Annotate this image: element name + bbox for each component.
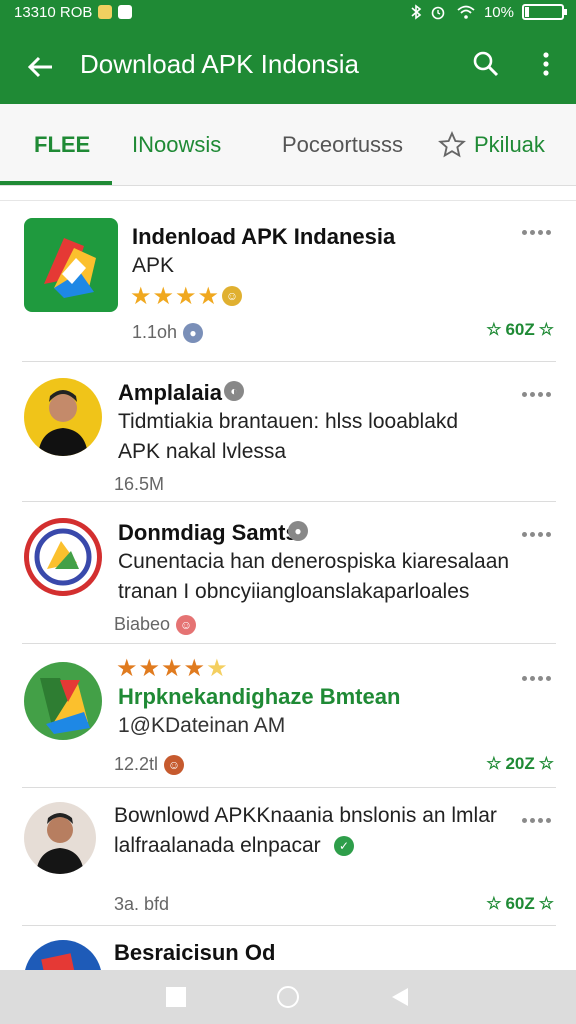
item-meta: 1.1oh ● (132, 322, 204, 343)
list-item[interactable]: Besraicisun Od (0, 926, 576, 970)
tab-bar: FLEE INoowsis Poceortusss Pkiluak (0, 104, 576, 186)
like-value: 60Z (505, 320, 535, 339)
like-count[interactable]: ☆ 60Z ☆ (486, 894, 554, 914)
app-logo-icon (34, 528, 92, 586)
app-icon (24, 662, 102, 740)
more-options-button[interactable] (522, 524, 554, 537)
bluetooth-icon (411, 4, 422, 20)
app-subtitle: 1@KDateinan AM (118, 714, 286, 737)
rating-full: ★★★★ (116, 655, 207, 682)
avatar (24, 378, 102, 456)
meta-text: 1.1oh (132, 322, 178, 342)
avatar (24, 802, 96, 874)
search-button[interactable] (456, 24, 516, 104)
app-name: Bownlowd APKKnaania bnslonis an lmlar (114, 804, 497, 827)
list-item[interactable]: Bownlowd APKKnaania bnslonis an lmlar la… (0, 788, 576, 926)
rating-stars: ★★★★ (130, 283, 221, 310)
thumbs-up-icon: ☆ (538, 754, 554, 773)
thumbs-up-icon: ☆ (538, 894, 554, 913)
app-subtitle: APK (132, 254, 175, 277)
person-avatar-icon (38, 390, 88, 456)
app-name: Indenload APK Indanesia (132, 224, 396, 249)
recents-button[interactable] (165, 987, 186, 1007)
tab-indicator (0, 181, 112, 185)
item-description: Cunentacia han denerospiska kiaresalaan (118, 550, 510, 573)
battery-percent: 10% (483, 3, 514, 21)
app-logo-icon (44, 238, 96, 298)
status-time: 13310 ROB (14, 3, 93, 21)
star-outline-icon (438, 131, 466, 158)
like-value: 20Z (505, 754, 535, 773)
arrow-left-icon (27, 56, 52, 77)
wifi-icon (457, 5, 475, 19)
tab-0[interactable]: FLEE (34, 104, 90, 186)
user-icon: ● (183, 322, 204, 343)
thumbs-up-icon: ☆ (538, 320, 554, 339)
status-bar: 13310 ROB 10% (0, 0, 576, 24)
app-list: Indenload APK Indanesia APK ★★★★ ☺ 1.1oh… (0, 186, 576, 970)
item-description: Tidmtiakia brantauen: hlss looablakd (118, 410, 459, 433)
thumbs-up-icon: ☆ (486, 894, 502, 913)
list-item[interactable]: Donmdiag Samts ● Cunentacia han denerosp… (0, 502, 576, 644)
item-meta: Biabeo ☺ (114, 614, 197, 635)
item-description: APK nakal lvlessa (118, 440, 287, 463)
item-description: tranan I obncyiiangloanslakaparloales (118, 580, 470, 603)
list-item[interactable]: ★★★★★ Hrpknekandighaze Bmtean 1@KDateina… (0, 644, 576, 788)
notification-icon (98, 5, 113, 19)
alarm-icon (431, 6, 445, 20)
app-icon (24, 940, 102, 970)
system-nav-bar (0, 970, 576, 1024)
list-item[interactable]: Amplalaia ◐ Tidmtiakia brantauen: hlss l… (0, 362, 576, 502)
like-count[interactable]: ☆ 20Z ☆ (486, 754, 554, 774)
app-bar: Download APK Indonsia (0, 24, 576, 104)
notification-icon (118, 5, 133, 19)
app-name: Hrpknekandighaze Bmtean (118, 684, 401, 709)
page-title: Download APK Indonsia (80, 48, 359, 79)
back-button[interactable] (0, 24, 80, 104)
like-value: 60Z (505, 894, 535, 913)
meta-text: 3a. bfd (114, 894, 170, 914)
app-logo-icon (40, 678, 90, 734)
tab-3[interactable]: Pkiluak (438, 104, 545, 186)
home-button[interactable] (276, 986, 299, 1008)
search-icon (473, 51, 499, 77)
app-name: Besraicisun Od (114, 940, 276, 965)
tab-1[interactable]: INoowsis (132, 104, 221, 186)
overflow-menu-button[interactable] (516, 24, 576, 104)
more-options-button[interactable] (522, 810, 554, 823)
person-avatar-icon (36, 813, 84, 874)
list-item[interactable]: Indenload APK Indanesia APK ★★★★ ☺ 1.1oh… (0, 200, 576, 362)
back-triangle-icon[interactable] (390, 986, 410, 1008)
verified-icon: ◐ (224, 381, 244, 401)
app-icon (24, 518, 102, 596)
app-icon (24, 218, 118, 312)
more-options-button[interactable] (522, 668, 554, 681)
emoji-icon: ☺ (176, 614, 197, 635)
item-meta: 12.2tl ☺ (114, 754, 185, 775)
app-name: Amplalaia (118, 380, 222, 405)
like-count[interactable]: ☆ 60Z ☆ (486, 320, 554, 340)
item-description: lalfraalanada elnpacar (114, 834, 321, 857)
emoji-icon: ☺ (222, 286, 242, 306)
tab-3-label: Pkiluak (474, 132, 545, 157)
app-name: Donmdiag Samts (118, 520, 298, 545)
verified-icon: ● (288, 521, 308, 541)
meta-text: Biabeo (114, 614, 171, 634)
meta-text: 16.5M (114, 474, 165, 494)
app-logo-icon (41, 953, 77, 970)
rating-half: ★ (206, 655, 229, 682)
battery-icon (522, 4, 567, 20)
thumbs-up-icon: ☆ (486, 320, 502, 339)
meta-text: 12.2tl (114, 754, 159, 774)
more-vert-icon (543, 52, 549, 76)
thumbs-up-icon: ☆ (486, 754, 502, 773)
verified-icon: ✓ (334, 836, 354, 856)
tab-2[interactable]: Poceortusss (282, 104, 403, 186)
more-options-button[interactable] (522, 384, 554, 397)
rating-stars: ★★★★★ (116, 654, 229, 683)
emoji-icon: ☺ (164, 754, 185, 775)
more-options-button[interactable] (522, 222, 554, 235)
